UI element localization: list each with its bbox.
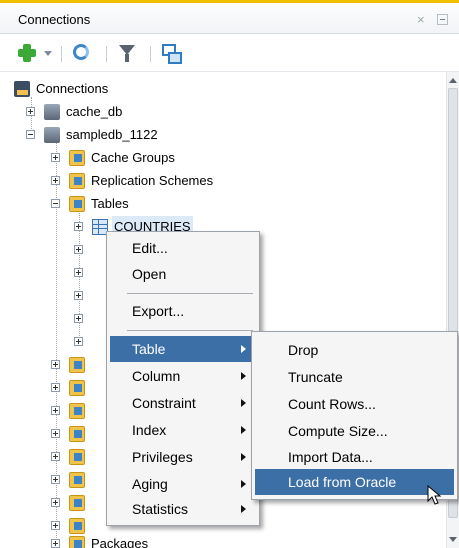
submenu-arrow-icon bbox=[241, 505, 246, 513]
scroll-down-icon[interactable] bbox=[449, 537, 457, 542]
submenu-arrow-icon bbox=[241, 453, 246, 461]
menu-item-index[interactable]: Index bbox=[110, 417, 256, 443]
menu-item-label: Column bbox=[132, 368, 181, 384]
folder-icon bbox=[69, 449, 85, 465]
expand-icon[interactable] bbox=[74, 291, 83, 300]
replication-folder-icon bbox=[69, 173, 85, 189]
expand-icon[interactable] bbox=[51, 176, 60, 185]
expand-icon[interactable] bbox=[74, 245, 83, 254]
menu-separator bbox=[127, 293, 253, 294]
toolbar bbox=[0, 34, 459, 72]
submenu-arrow-icon bbox=[241, 345, 246, 353]
database-icon bbox=[44, 127, 60, 143]
folder-icon bbox=[69, 403, 85, 419]
expand-icon[interactable] bbox=[74, 222, 83, 231]
expand-icon[interactable] bbox=[26, 107, 35, 116]
toolbar-separator bbox=[150, 46, 151, 62]
tree-item-label: Packages bbox=[91, 536, 149, 548]
expand-icon[interactable] bbox=[74, 337, 83, 346]
menu-item-label: Table bbox=[132, 341, 166, 357]
tree-item-label: Replication Schemes bbox=[91, 173, 214, 188]
scroll-up-icon[interactable] bbox=[449, 78, 457, 83]
submenu-item-import-data[interactable]: Import Data... bbox=[255, 444, 454, 470]
menu-item-statistics[interactable]: Statistics bbox=[110, 496, 256, 522]
expand-icon[interactable] bbox=[51, 153, 60, 162]
folder-icon bbox=[69, 380, 85, 396]
close-icon[interactable]: × bbox=[417, 12, 425, 27]
tables-folder-icon bbox=[69, 196, 85, 212]
menu-item-column[interactable]: Column bbox=[110, 363, 256, 389]
folder-icon bbox=[69, 495, 85, 511]
expand-icon[interactable] bbox=[74, 268, 83, 277]
folder-icon bbox=[69, 426, 85, 442]
refresh-icon[interactable] bbox=[72, 42, 92, 64]
panel-title: Connections bbox=[18, 12, 91, 27]
expand-icon[interactable] bbox=[51, 360, 60, 369]
database-icon bbox=[44, 104, 60, 120]
submenu-arrow-icon bbox=[241, 426, 246, 434]
mouse-pointer-icon bbox=[427, 485, 442, 505]
tree-item-label: cache_db bbox=[66, 104, 123, 119]
minimize-icon[interactable] bbox=[437, 14, 448, 25]
expand-icon[interactable] bbox=[74, 314, 83, 323]
menu-item-constraint[interactable]: Constraint bbox=[110, 390, 256, 416]
submenu-item-load-from-oracle[interactable]: Load from Oracle bbox=[255, 469, 454, 495]
toolbar-separator bbox=[106, 46, 107, 62]
menu-item-label: Statistics bbox=[132, 501, 189, 517]
expand-icon[interactable] bbox=[51, 498, 60, 507]
folder-icon bbox=[69, 518, 85, 534]
connections-icon bbox=[14, 81, 30, 97]
expand-icon[interactable] bbox=[51, 452, 60, 461]
panel-titlebar: Connections × bbox=[0, 0, 459, 34]
tree-root-label: Connections bbox=[36, 81, 109, 96]
menu-item-open[interactable]: Open bbox=[110, 261, 256, 287]
tree-item-label: Tables bbox=[91, 196, 129, 211]
submenu-item-drop[interactable]: Drop bbox=[255, 337, 454, 363]
menu-item-label: Aging bbox=[132, 476, 168, 492]
folder-icon bbox=[69, 357, 85, 373]
submenu-arrow-icon bbox=[241, 399, 246, 407]
expand-icon[interactable] bbox=[51, 475, 60, 484]
folder-icon bbox=[69, 472, 85, 488]
menu-item-label: Constraint bbox=[132, 395, 196, 411]
menu-item-table[interactable]: Table bbox=[110, 336, 256, 362]
menu-item-edit[interactable]: Edit... bbox=[110, 235, 256, 261]
context-menu: Edit... Open Export... Table Column Cons… bbox=[106, 231, 260, 526]
expand-icon[interactable] bbox=[51, 539, 60, 548]
expand-icon[interactable] bbox=[51, 521, 60, 530]
cache-groups-folder-icon bbox=[69, 150, 85, 166]
tree-item-label: Cache Groups bbox=[91, 150, 175, 165]
expand-icon[interactable] bbox=[51, 429, 60, 438]
packages-folder-icon bbox=[69, 536, 85, 548]
schema-browser-icon[interactable] bbox=[160, 42, 182, 64]
menu-item-label: Privileges bbox=[132, 449, 193, 465]
filter-icon[interactable] bbox=[118, 42, 138, 64]
submenu-item-count-rows[interactable]: Count Rows... bbox=[255, 391, 454, 417]
collapse-icon[interactable] bbox=[51, 199, 60, 208]
menu-separator bbox=[127, 330, 253, 331]
submenu-arrow-icon bbox=[241, 372, 246, 380]
toolbar-separator bbox=[61, 46, 62, 62]
table-submenu: Drop Truncate Count Rows... Compute Size… bbox=[251, 331, 458, 500]
menu-item-label: Index bbox=[132, 422, 167, 438]
submenu-item-compute-size[interactable]: Compute Size... bbox=[255, 418, 454, 444]
menu-item-aging[interactable]: Aging bbox=[110, 471, 256, 497]
menu-item-export[interactable]: Export... bbox=[110, 298, 256, 324]
dropdown-arrow-icon[interactable] bbox=[42, 42, 54, 64]
tree-item-label: sampledb_1122 bbox=[66, 127, 158, 142]
menu-item-privileges[interactable]: Privileges bbox=[110, 444, 256, 470]
submenu-arrow-icon bbox=[241, 480, 246, 488]
collapse-icon[interactable] bbox=[26, 130, 35, 139]
submenu-item-truncate[interactable]: Truncate bbox=[255, 364, 454, 390]
add-connection-icon[interactable] bbox=[16, 42, 38, 64]
expand-icon[interactable] bbox=[51, 406, 60, 415]
expand-icon[interactable] bbox=[51, 383, 60, 392]
